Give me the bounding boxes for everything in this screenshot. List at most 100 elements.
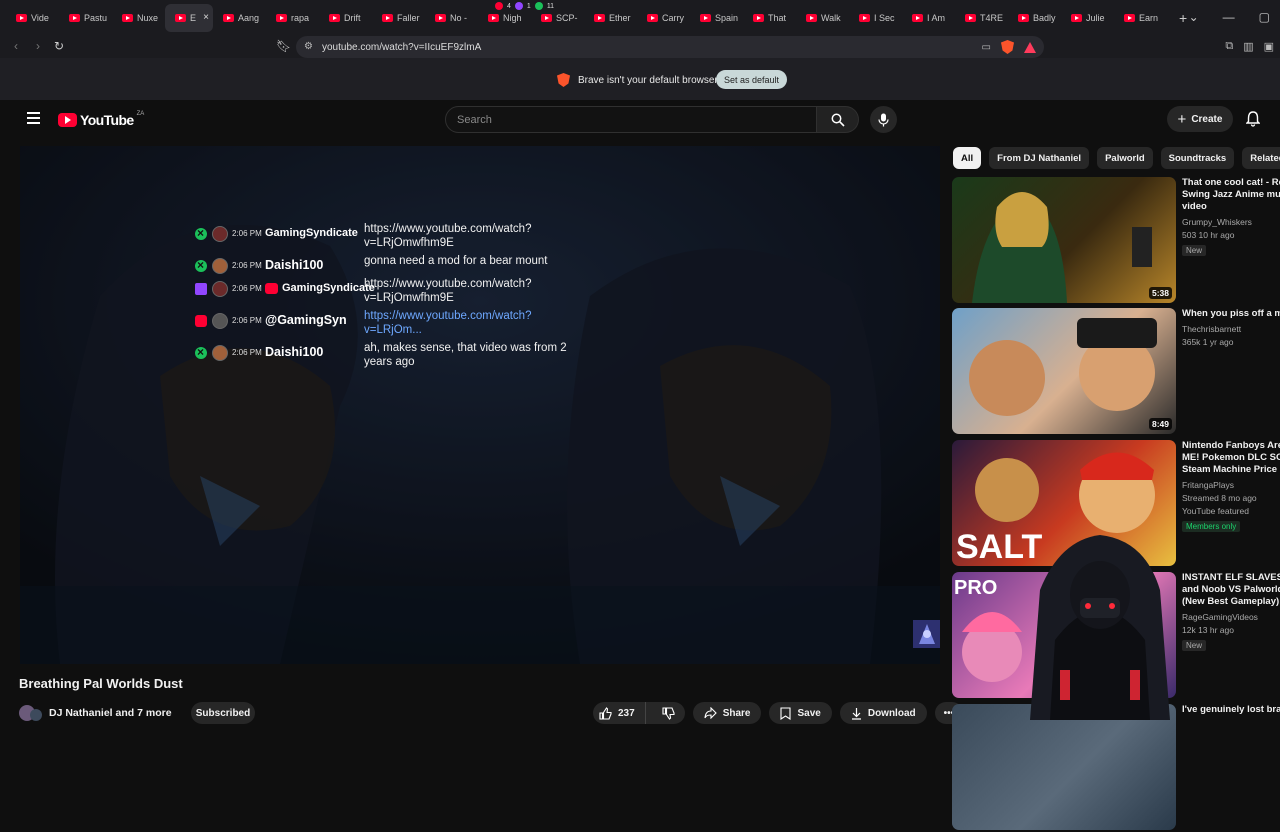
- browser-tab[interactable]: That: [743, 4, 796, 32]
- brave-rewards-icon[interactable]: [1024, 41, 1036, 53]
- browser-tab[interactable]: Pastu: [59, 4, 112, 32]
- browser-tab[interactable]: Vide: [6, 4, 59, 32]
- extensions-icon[interactable]: ⧉: [1225, 40, 1233, 53]
- recommendation-channel[interactable]: Grumpy_Whiskers: [1182, 217, 1280, 227]
- chat-avatar: [212, 226, 228, 242]
- set-default-button[interactable]: Set as default: [716, 70, 787, 89]
- guide-menu-icon[interactable]: [27, 112, 40, 124]
- search-button[interactable]: [817, 106, 859, 133]
- channel-name[interactable]: DJ Nathaniel and 7 more: [49, 707, 172, 719]
- chat-text[interactable]: https://www.youtube.com/watch?v=LRjOm...: [364, 309, 574, 337]
- recommendation-title[interactable]: Steam Machine Price F: [1182, 464, 1280, 476]
- video-thumbnail[interactable]: [952, 704, 1176, 830]
- video-thumbnail[interactable]: 8:49: [952, 308, 1176, 434]
- chat-username: GamingSyndicate: [282, 282, 375, 294]
- chat-username: @GamingSyn: [265, 313, 347, 327]
- search-input[interactable]: [457, 113, 816, 126]
- subscribed-button[interactable]: Subscribed: [191, 702, 255, 724]
- recommendation-item[interactable]: I've genuinely lost brai: [952, 704, 1280, 832]
- recommendation-info[interactable]: That one cool cat! - Re Swing Jazz Anime …: [1182, 177, 1280, 258]
- recommendation-item[interactable]: 8:49 When you piss off a ma Thechrisbarnet…: [952, 308, 1280, 436]
- browser-tab[interactable]: rapa: [266, 4, 319, 32]
- reload-icon[interactable]: ↻: [54, 39, 64, 53]
- close-tab-icon[interactable]: ×: [203, 12, 209, 23]
- recommendation-title[interactable]: When you piss off a ma: [1182, 308, 1280, 320]
- back-icon[interactable]: ‹: [14, 39, 18, 53]
- browser-tab[interactable]: Walk: [796, 4, 849, 32]
- site-settings-icon[interactable]: ⚙: [304, 41, 313, 52]
- save-button[interactable]: Save: [769, 702, 832, 724]
- cast-icon[interactable]: ▭: [982, 42, 991, 53]
- browser-tab[interactable]: Julie: [1061, 4, 1114, 32]
- browser-tab[interactable]: I Am: [902, 4, 955, 32]
- xbox-source-icon: [195, 258, 207, 272]
- browser-tab[interactable]: No -: [425, 4, 478, 32]
- recommendation-meta: 503 10 hr ago: [1182, 230, 1235, 240]
- browser-tab[interactable]: Faller: [372, 4, 425, 32]
- browser-tab[interactable]: Badly: [1008, 4, 1061, 32]
- filter-chip[interactable]: Related: [1242, 147, 1280, 169]
- green-badge-icon: [534, 2, 543, 10]
- youtube-logo[interactable]: YouTube ZA: [58, 111, 144, 128]
- browser-tab[interactable]: Nuxe: [112, 4, 165, 32]
- browser-tab[interactable]: Ether: [584, 4, 637, 32]
- recommendation-title[interactable]: Swing Jazz Anime mus: [1182, 189, 1280, 201]
- chat-timestamp: 2:06 PM: [232, 348, 262, 357]
- video-thumbnail[interactable]: 5:38: [952, 177, 1176, 303]
- browser-tab[interactable]: E ×: [165, 4, 213, 32]
- plus-icon: +: [1177, 110, 1187, 128]
- youtube-favicon-icon: [16, 14, 27, 22]
- recommendation-title[interactable]: video: [1182, 201, 1280, 213]
- filter-chip[interactable]: All: [953, 147, 982, 169]
- filter-chip[interactable]: Soundtracks: [1160, 147, 1235, 169]
- minimize-icon[interactable]: —: [1223, 10, 1235, 24]
- browser-tab[interactable]: Aang: [213, 4, 266, 32]
- create-label: Create: [1191, 113, 1223, 125]
- recommendation-title[interactable]: That one cool cat! - Re: [1182, 177, 1280, 189]
- video-player[interactable]: 2:06 PM GamingSyndicate https://www.youtub…: [20, 146, 940, 664]
- notifications-bell-icon[interactable]: [1246, 111, 1260, 127]
- search-box[interactable]: [445, 106, 817, 133]
- wallet-icon[interactable]: ▣: [1264, 40, 1274, 53]
- recommendation-info[interactable]: When you piss off a ma Thechrisbarnett 365…: [1182, 308, 1280, 347]
- dislike-button[interactable]: [652, 706, 685, 720]
- filter-chip[interactable]: Palworld: [1097, 147, 1153, 169]
- recommendation-title[interactable]: Nintendo Fanboys Are: [1182, 440, 1280, 452]
- browser-tab[interactable]: Earn: [1114, 4, 1167, 32]
- filter-chip[interactable]: From DJ Nathaniel: [989, 147, 1090, 169]
- bookmark-icon[interactable]: 🔖︎: [276, 39, 291, 53]
- new-tab-button[interactable]: +: [1179, 10, 1187, 26]
- tab-search-icon[interactable]: ⌄: [1189, 10, 1199, 24]
- like-button[interactable]: 237: [593, 702, 646, 724]
- svg-text:PRO: PRO: [954, 577, 997, 599]
- channel-owner[interactable]: DJ Nathaniel and 7 more: [19, 704, 172, 722]
- brave-shields-icon[interactable]: [1001, 40, 1014, 54]
- thumbs-up-icon: [599, 706, 612, 720]
- forward-icon[interactable]: ›: [36, 39, 40, 53]
- url-text[interactable]: youtube.com/watch?v=IIcuEF9zlmA: [322, 42, 481, 53]
- browser-tab[interactable]: Drift: [319, 4, 372, 32]
- tab-title: That: [768, 13, 787, 23]
- download-button[interactable]: Download: [839, 702, 927, 724]
- video-duration: 5:38: [1148, 287, 1172, 299]
- recommendation-title[interactable]: ME! Pokemon DLC SCA: [1182, 452, 1280, 464]
- browser-tab[interactable]: I Sec: [849, 4, 902, 32]
- browser-tab[interactable]: T4RE: [955, 4, 1008, 32]
- collab-avatars[interactable]: [19, 704, 43, 722]
- xbox-source-icon: [195, 345, 207, 359]
- chat-message: 2:06 PMDaishi100 gonna need a mod for a b…: [193, 255, 573, 277]
- browser-tab[interactable]: Carry: [637, 4, 690, 32]
- youtube-favicon-icon: [965, 14, 976, 22]
- recommendation-item[interactable]: 5:38 That one cool cat! - Re Swing Jazz An…: [952, 177, 1280, 305]
- chat-timestamp: 2:06 PM: [232, 261, 262, 270]
- voice-search-button[interactable]: [870, 106, 897, 133]
- recommendation-channel[interactable]: FritangaPlays: [1182, 480, 1280, 490]
- share-button[interactable]: Share: [692, 702, 762, 724]
- browser-tab[interactable]: Spain: [690, 4, 743, 32]
- sidebar-icon[interactable]: ▥: [1243, 40, 1253, 53]
- maximize-icon[interactable]: ▢: [1259, 10, 1270, 24]
- recommendation-channel[interactable]: Thechrisbarnett: [1182, 324, 1280, 334]
- address-bar[interactable]: ⚙ youtube.com/watch?v=IIcuEF9zlmA ▭: [296, 36, 1044, 58]
- chat-timestamp: 2:06 PM: [232, 229, 262, 238]
- create-button[interactable]: + Create: [1167, 106, 1233, 132]
